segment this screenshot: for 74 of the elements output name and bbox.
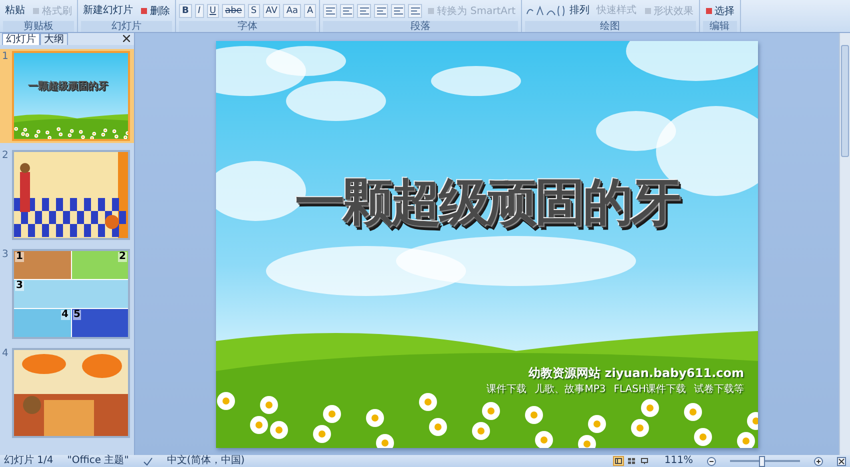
scrollbar[interactable] xyxy=(839,33,850,455)
close-icon[interactable] xyxy=(123,35,130,42)
slide-number: 4 xyxy=(2,348,10,359)
format-button[interactable]: Aa xyxy=(283,4,302,18)
normal-view-icon xyxy=(615,458,622,464)
align-button[interactable] xyxy=(357,4,372,18)
zoom-percent: 111% xyxy=(664,455,693,467)
panel-number: 5 xyxy=(72,310,82,320)
tool-icon xyxy=(140,6,148,14)
group-label: 绘图 xyxy=(524,21,696,32)
group-label: 编辑 xyxy=(702,21,737,32)
group-label: 段落 xyxy=(323,21,518,32)
format-button[interactable]: AV xyxy=(262,4,280,18)
view-button[interactable] xyxy=(613,456,624,466)
fit-icon[interactable] xyxy=(837,456,846,466)
caption-text: 课件下载 xyxy=(486,382,527,396)
ribbon-button[interactable]: 排列 xyxy=(568,6,592,16)
align-icon xyxy=(342,6,352,14)
ribbon-button[interactable]: 选择 xyxy=(702,4,737,18)
align-icon xyxy=(410,6,420,14)
panel-number: 4 xyxy=(60,310,70,320)
slide-number: 3 xyxy=(2,249,10,260)
zoom-handle[interactable] xyxy=(758,456,764,466)
slide-number: 2 xyxy=(2,150,10,161)
zoom-in-icon[interactable] xyxy=(814,456,823,466)
grid-icon xyxy=(628,458,636,464)
caption-text: 试卷下载等 xyxy=(694,382,744,396)
language-text: 中文(简体，中国) xyxy=(166,455,245,467)
ribbon-button[interactable]: 粘贴 xyxy=(3,6,27,16)
group-label: 剪贴板 xyxy=(3,21,74,32)
slide-counter: 幻灯片 1/4 xyxy=(4,455,54,467)
align-icon xyxy=(326,6,335,14)
format-button[interactable]: S xyxy=(248,4,260,18)
format-button[interactable]: A xyxy=(304,4,316,18)
tool-icon xyxy=(32,6,40,14)
align-button[interactable] xyxy=(408,4,422,18)
view-button[interactable] xyxy=(639,456,650,466)
format-button[interactable]: U xyxy=(206,4,220,18)
tool-icon xyxy=(427,6,436,14)
slide-thumbnail[interactable]: 1 2 3 4 5 xyxy=(14,251,128,337)
tool-icon xyxy=(704,6,713,14)
format-button[interactable]: I xyxy=(194,4,204,18)
align-icon xyxy=(394,6,403,14)
align-icon xyxy=(360,6,369,14)
panel-number: 3 xyxy=(15,281,24,291)
align-icon xyxy=(376,6,386,14)
zoom-out-icon[interactable] xyxy=(707,456,716,466)
slide-thumbnail[interactable] xyxy=(14,350,128,436)
group-label: 幻灯片 xyxy=(81,21,172,32)
screen-icon xyxy=(641,458,648,464)
panel-number: 2 xyxy=(118,252,127,262)
ribbon-button[interactable]: 删除 xyxy=(138,4,172,18)
slide-number: 1 xyxy=(2,51,10,62)
panel-number: 1 xyxy=(15,252,24,262)
align-button[interactable] xyxy=(374,4,388,18)
caption-text: 儿歌、故事MP3 xyxy=(534,382,606,396)
format-button[interactable]: abe xyxy=(222,4,245,18)
theme-name: "Office 主题" xyxy=(67,455,129,467)
tool-icon xyxy=(644,6,652,14)
caption-text: FLASH课件下载 xyxy=(614,382,686,396)
align-button[interactable] xyxy=(340,4,354,18)
align-button[interactable] xyxy=(391,4,406,18)
ribbon-button[interactable]: 新建幻灯片 xyxy=(81,6,135,16)
slide-thumbnail[interactable]: 一颗超级顽固的牙 xyxy=(14,53,128,139)
panel-tab[interactable]: 幻灯片 xyxy=(2,33,40,45)
format-button[interactable]: B xyxy=(179,4,192,18)
website-text: 幼教资源网站 ziyuan.baby611.com xyxy=(528,365,744,382)
align-button[interactable] xyxy=(323,4,338,18)
group-label: 字体 xyxy=(179,21,316,32)
slide-thumbnail[interactable] xyxy=(14,152,128,238)
view-button[interactable] xyxy=(626,456,638,466)
spellcheck-icon xyxy=(142,456,153,466)
panel-tab[interactable]: 大纲 xyxy=(40,33,68,45)
slide-title: 一颗超级顽固的牙 xyxy=(28,80,108,93)
